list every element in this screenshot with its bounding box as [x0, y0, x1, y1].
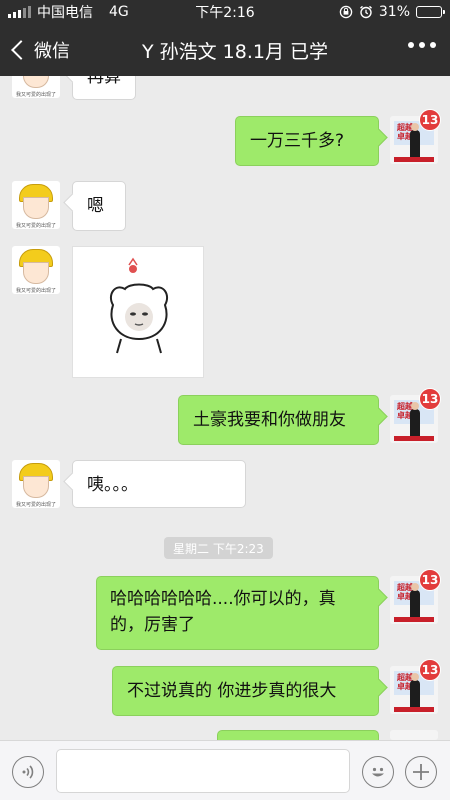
- alarm-icon: [359, 5, 372, 19]
- message-bubble[interactable]: 嗯: [72, 181, 126, 231]
- sticker-message[interactable]: [72, 246, 204, 378]
- plus-icon: [413, 764, 429, 780]
- avatar[interactable]: 我又可爱的出现了: [12, 460, 60, 508]
- more-dot-icon: [419, 42, 425, 48]
- message-bubble[interactable]: 哈哈哈哈哈哈....你可以的，真的，厉害了: [96, 576, 379, 650]
- message-bubble[interactable]: 一万三千多?: [235, 116, 379, 166]
- unread-badge: 13: [419, 109, 441, 131]
- unread-badge: 13: [419, 388, 441, 410]
- message-text: 哈哈哈哈哈哈....你可以的，真的，厉害了: [110, 589, 336, 635]
- message-text: 再算: [87, 76, 121, 87]
- signal-icon: [8, 6, 31, 18]
- chevron-left-icon: [11, 40, 31, 60]
- avatar[interactable]: [390, 730, 438, 740]
- voice-icon: [22, 765, 34, 779]
- message-list[interactable]: 我又可爱的出现了 再算 一万三千多? 超越 卓越 13 我又可爱的出现了 嗯 我…: [0, 76, 450, 740]
- more-dot-icon: [408, 42, 414, 48]
- status-bar: 中国电信 4G 下午2:16 31%: [0, 0, 450, 24]
- battery-percent: 31%: [378, 4, 410, 20]
- message-text: 不过说真的 你进步真的很大: [127, 681, 337, 701]
- message-bubble[interactable]: 土豪我要和你做朋友: [178, 395, 379, 445]
- avatar-caption: 我又可爱的出现了: [15, 502, 56, 508]
- message-input[interactable]: [56, 749, 350, 793]
- orientation-lock-icon: [339, 5, 353, 19]
- avatar[interactable]: 我又可爱的出现了: [12, 76, 60, 98]
- carrier-label: 中国电信: [37, 5, 93, 21]
- avatar[interactable]: 我又可爱的出现了: [12, 246, 60, 294]
- message-text: 一万三千多?: [250, 131, 345, 151]
- input-bar: [0, 740, 450, 800]
- message-bubble[interactable]: 再算: [72, 76, 136, 100]
- message-bubble[interactable]: 不过说真的 你进步真的很大: [112, 666, 379, 716]
- avatar[interactable]: 我又可爱的出现了: [12, 181, 60, 229]
- avatar-caption: 我又可爱的出现了: [15, 223, 56, 229]
- plus-button[interactable]: [405, 756, 437, 788]
- timestamp-divider: 星期二 下午2:23: [164, 537, 273, 559]
- avatar-caption: 我又可爱的出现了: [15, 92, 56, 98]
- emoji-icon: [372, 767, 384, 777]
- back-label: 微信: [34, 41, 70, 62]
- message-bubble[interactable]: [217, 730, 379, 740]
- avatar-caption: 我又可爱的出现了: [15, 288, 56, 294]
- message-text: 土豪我要和你做朋友: [193, 410, 346, 430]
- message-bubble[interactable]: 咦。。。: [72, 460, 246, 508]
- more-dot-icon: [430, 42, 436, 48]
- more-options-button[interactable]: [408, 42, 436, 48]
- chat-header: 微信 Y 孙浩文 18.1月 已学: [0, 24, 450, 76]
- back-button[interactable]: 微信: [0, 37, 70, 63]
- network-label: 4G: [109, 4, 129, 20]
- unread-badge: 13: [419, 569, 441, 591]
- voice-button[interactable]: [12, 756, 44, 788]
- unread-badge: 13: [419, 659, 441, 681]
- message-text: 嗯: [87, 196, 104, 216]
- sticker-face-icon: [109, 257, 169, 354]
- emoji-button[interactable]: [362, 756, 394, 788]
- chat-title: Y 孙浩文 18.1月 已学: [141, 40, 329, 63]
- message-text: 咦。。。: [87, 475, 138, 495]
- battery-icon: [416, 6, 445, 18]
